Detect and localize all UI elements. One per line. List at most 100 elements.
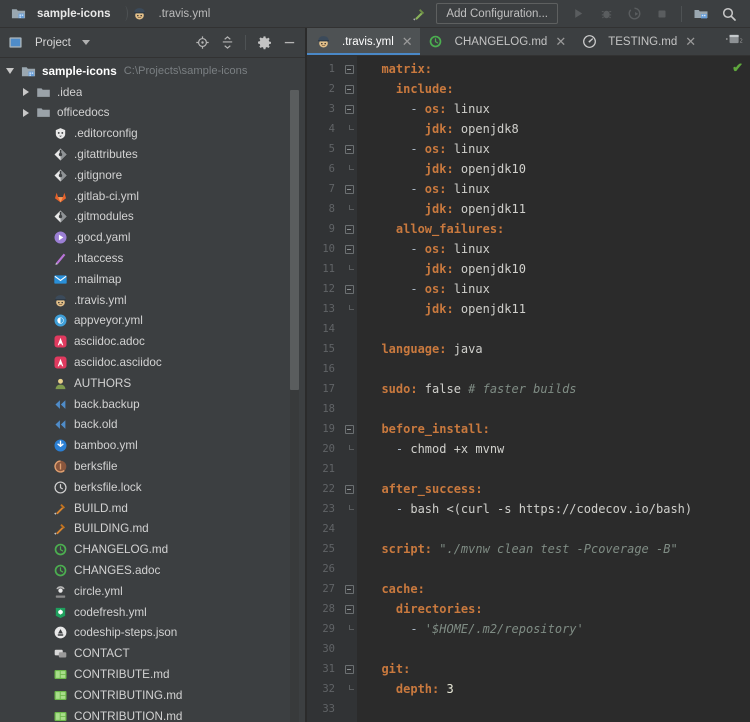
tree-row[interactable]: .gocd.yaml — [0, 227, 305, 248]
fold-collapse-icon[interactable] — [344, 484, 354, 494]
chevron-right-icon[interactable] — [23, 88, 29, 97]
add-configuration-button[interactable]: Add Configuration... — [436, 3, 558, 24]
breadcrumb-project[interactable]: sample-icons — [6, 0, 120, 27]
project-structure-icon[interactable] — [688, 2, 714, 26]
tree-row[interactable]: officedocs — [0, 103, 305, 124]
fold-marker[interactable] — [341, 299, 357, 319]
close-icon[interactable]: ✕ — [685, 35, 696, 48]
tree-row[interactable]: BUILDING.md — [0, 519, 305, 540]
breadcrumb-file[interactable]: .travis.yml — [128, 0, 220, 27]
code-content[interactable]: matrix: include: - os: linux jdk: openjd… — [357, 56, 750, 722]
gear-icon[interactable] — [252, 32, 276, 54]
tree-row[interactable]: .idea — [0, 82, 305, 103]
fold-collapse-icon[interactable] — [344, 104, 354, 114]
tab-list-icon[interactable]: 2 — [725, 32, 745, 51]
tree-row[interactable]: appveyor.yml — [0, 311, 305, 332]
tree-row[interactable]: .gitmodules — [0, 207, 305, 228]
fold-marker[interactable] — [341, 579, 357, 599]
tree-row[interactable]: asciidoc.adoc — [0, 331, 305, 352]
fold-marker[interactable] — [341, 599, 357, 619]
fold-marker[interactable] — [341, 179, 357, 199]
code-editor[interactable]: 1 2 3 4 5 6 7 8 9 10 11 12 13 14 15 16 17 18 19 20 21 22 23 24 2… — [307, 56, 750, 722]
chevron-down-icon[interactable] — [6, 68, 14, 75]
fold-marker[interactable] — [341, 679, 357, 699]
tree-row[interactable]: AUTHORS — [0, 373, 305, 394]
fold-marker[interactable] — [341, 439, 357, 459]
tree-row[interactable]: .editorconfig — [0, 123, 305, 144]
code-folding-gutter[interactable] — [341, 56, 357, 722]
debug-icon[interactable] — [593, 2, 619, 26]
fold-marker[interactable] — [341, 499, 357, 519]
fold-collapse-icon[interactable] — [344, 424, 354, 434]
fold-collapse-icon[interactable] — [344, 224, 354, 234]
project-file-tree[interactable]: sample-icons C:\Projects\sample-icons .ide… — [0, 58, 305, 722]
chevron-right-icon[interactable] — [23, 108, 29, 117]
fold-marker[interactable] — [341, 239, 357, 259]
fold-marker[interactable] — [341, 99, 357, 119]
tree-row[interactable]: BUILD.md — [0, 498, 305, 519]
tree-row[interactable]: .gitattributes — [0, 144, 305, 165]
run-with-coverage-icon[interactable] — [621, 2, 647, 26]
chevron-down-icon[interactable] — [81, 40, 90, 45]
tree-row-root[interactable]: sample-icons C:\Projects\sample-icons — [0, 61, 305, 82]
fold-marker[interactable] — [341, 619, 357, 639]
hammer-icon[interactable] — [406, 2, 432, 26]
tree-row[interactable]: back.backup — [0, 394, 305, 415]
fold-marker[interactable] — [341, 79, 357, 99]
inspection-status-badge[interactable]: ✔ — [732, 60, 743, 76]
fold-marker[interactable] — [341, 479, 357, 499]
stop-icon[interactable] — [649, 2, 675, 26]
collapse-all-icon[interactable] — [215, 32, 239, 54]
project-panel-title[interactable]: Project — [7, 35, 90, 51]
fold-marker[interactable] — [341, 139, 357, 159]
run-icon[interactable] — [565, 2, 591, 26]
tree-row[interactable]: CONTRIBUTION.md — [0, 706, 305, 722]
close-icon[interactable]: ✕ — [555, 35, 566, 48]
project-scrollbar-thumb[interactable] — [290, 90, 299, 390]
tree-row[interactable]: codeship-steps.json — [0, 623, 305, 644]
tree-row[interactable]: .gitlab-ci.yml — [0, 186, 305, 207]
fold-collapse-icon[interactable] — [344, 144, 354, 154]
tree-row[interactable]: back.old — [0, 415, 305, 436]
editor-tab[interactable]: .travis.yml ✕ — [307, 28, 420, 55]
tree-row[interactable]: asciidoc.asciidoc — [0, 352, 305, 373]
fold-collapse-icon[interactable] — [344, 584, 354, 594]
fold-marker[interactable] — [341, 659, 357, 679]
fold-collapse-icon[interactable] — [344, 604, 354, 614]
tree-row[interactable]: circle.yml — [0, 581, 305, 602]
tree-row[interactable]: berksfile — [0, 456, 305, 477]
fold-collapse-icon[interactable] — [344, 244, 354, 254]
fold-marker[interactable] — [341, 119, 357, 139]
tree-row[interactable]: CHANGES.adoc — [0, 560, 305, 581]
fold-marker[interactable] — [341, 219, 357, 239]
fold-collapse-icon[interactable] — [344, 664, 354, 674]
fold-marker[interactable] — [341, 59, 357, 79]
tree-row[interactable]: .htaccess — [0, 248, 305, 269]
tree-row[interactable]: codefresh.yml — [0, 602, 305, 623]
line-number: 3 — [328, 103, 335, 115]
tree-row[interactable]: CHANGELOG.md — [0, 539, 305, 560]
fold-collapse-icon[interactable] — [344, 84, 354, 94]
fold-collapse-icon[interactable] — [344, 64, 354, 74]
fold-marker[interactable] — [341, 199, 357, 219]
tree-row[interactable]: .gitignore — [0, 165, 305, 186]
tree-row[interactable]: CONTRIBUTING.md — [0, 685, 305, 706]
editor-tab[interactable]: TESTING.md ✕ — [573, 28, 703, 55]
search-everywhere-icon[interactable] — [716, 2, 742, 26]
close-icon[interactable]: ✕ — [402, 35, 413, 48]
fold-marker[interactable] — [341, 419, 357, 439]
minimize-icon[interactable] — [277, 32, 301, 54]
tree-row[interactable]: CONTACT — [0, 643, 305, 664]
locate-icon[interactable] — [190, 32, 214, 54]
tree-row[interactable]: .mailmap — [0, 269, 305, 290]
fold-marker[interactable] — [341, 159, 357, 179]
editor-tab[interactable]: CHANGELOG.md ✕ — [420, 28, 574, 55]
fold-collapse-icon[interactable] — [344, 184, 354, 194]
fold-collapse-icon[interactable] — [344, 284, 354, 294]
fold-marker[interactable] — [341, 259, 357, 279]
tree-row[interactable]: CONTRIBUTE.md — [0, 664, 305, 685]
tree-row[interactable]: bamboo.yml — [0, 435, 305, 456]
tree-row[interactable]: .travis.yml — [0, 290, 305, 311]
fold-marker[interactable] — [341, 279, 357, 299]
tree-row[interactable]: berksfile.lock — [0, 477, 305, 498]
